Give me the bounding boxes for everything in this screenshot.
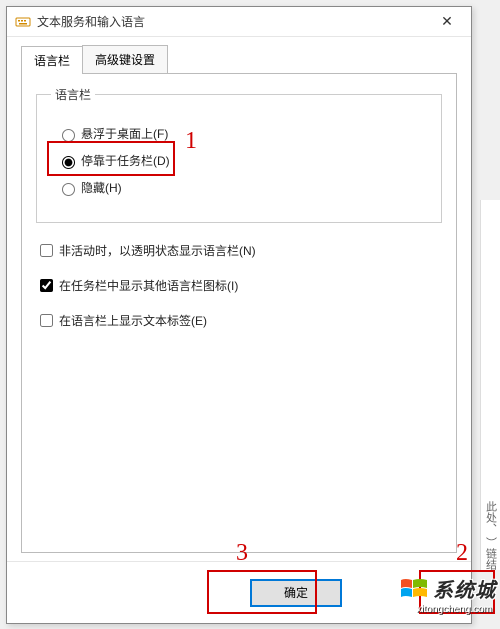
tab-advanced-keys[interactable]: 高级键设置 <box>82 45 168 73</box>
watermark-url: xitongcheng.com <box>416 604 492 615</box>
radio-label: 悬浮于桌面上(F) <box>81 125 168 142</box>
radio-label: 隐藏(H) <box>81 179 122 196</box>
radio-input[interactable] <box>62 156 75 169</box>
checkbox-label: 非活动时，以透明状态显示语言栏(N) <box>59 242 256 259</box>
group-legend: 语言栏 <box>51 86 95 103</box>
check-transparent-inactive[interactable]: 非活动时，以透明状态显示语言栏(N) <box>36 241 442 260</box>
background-window-fragment: 此处、 ）链结 <box>480 200 500 570</box>
window-title: 文本服务和输入语言 <box>37 13 427 30</box>
checkbox-input[interactable] <box>40 244 53 257</box>
ok-button[interactable]: 确定 <box>251 580 341 606</box>
fragment-text: 此处、 ）链结 <box>483 501 499 570</box>
keyboard-icon <box>15 14 31 30</box>
checkbox-input[interactable] <box>40 314 53 327</box>
tab-strip: 语言栏 高级键设置 <box>21 45 457 73</box>
radio-dock-taskbar[interactable]: 停靠于任务栏(D) <box>57 152 427 169</box>
dialog-window: 文本服务和输入语言 ✕ 语言栏 高级键设置 语言栏 悬浮于桌面上(F) <box>6 6 472 624</box>
close-button[interactable]: ✕ <box>427 8 467 36</box>
radio-hidden[interactable]: 隐藏(H) <box>57 179 427 196</box>
radio-label: 停靠于任务栏(D) <box>81 152 170 169</box>
radio-input[interactable] <box>62 183 75 196</box>
dialog-content: 语言栏 高级键设置 语言栏 悬浮于桌面上(F) 停靠于任务栏(D) <box>7 37 471 561</box>
language-bar-group: 语言栏 悬浮于桌面上(F) 停靠于任务栏(D) 隐藏(H) <box>36 86 442 223</box>
radio-input[interactable] <box>62 129 75 142</box>
tab-label: 语言栏 <box>34 54 70 68</box>
check-show-text-labels[interactable]: 在语言栏上显示文本标签(E) <box>36 311 442 330</box>
titlebar: 文本服务和输入语言 ✕ <box>7 7 471 37</box>
tab-panel: 语言栏 悬浮于桌面上(F) 停靠于任务栏(D) 隐藏(H) 非活动时， <box>21 73 457 553</box>
radio-float-desktop[interactable]: 悬浮于桌面上(F) <box>57 125 427 142</box>
check-show-extra-icons[interactable]: 在任务栏中显示其他语言栏图标(I) <box>36 276 442 295</box>
checkbox-input[interactable] <box>40 279 53 292</box>
button-label: 确定 <box>284 586 308 600</box>
checkbox-group: 非活动时，以透明状态显示语言栏(N) 在任务栏中显示其他语言栏图标(I) 在语言… <box>36 241 442 330</box>
checkbox-label: 在语言栏上显示文本标签(E) <box>59 312 207 329</box>
tab-language-bar[interactable]: 语言栏 <box>21 46 83 74</box>
close-icon: ✕ <box>441 13 453 30</box>
tab-label: 高级键设置 <box>95 53 155 67</box>
dialog-footer: 确定 取消 <box>7 561 471 623</box>
checkbox-label: 在任务栏中显示其他语言栏图标(I) <box>59 277 238 294</box>
